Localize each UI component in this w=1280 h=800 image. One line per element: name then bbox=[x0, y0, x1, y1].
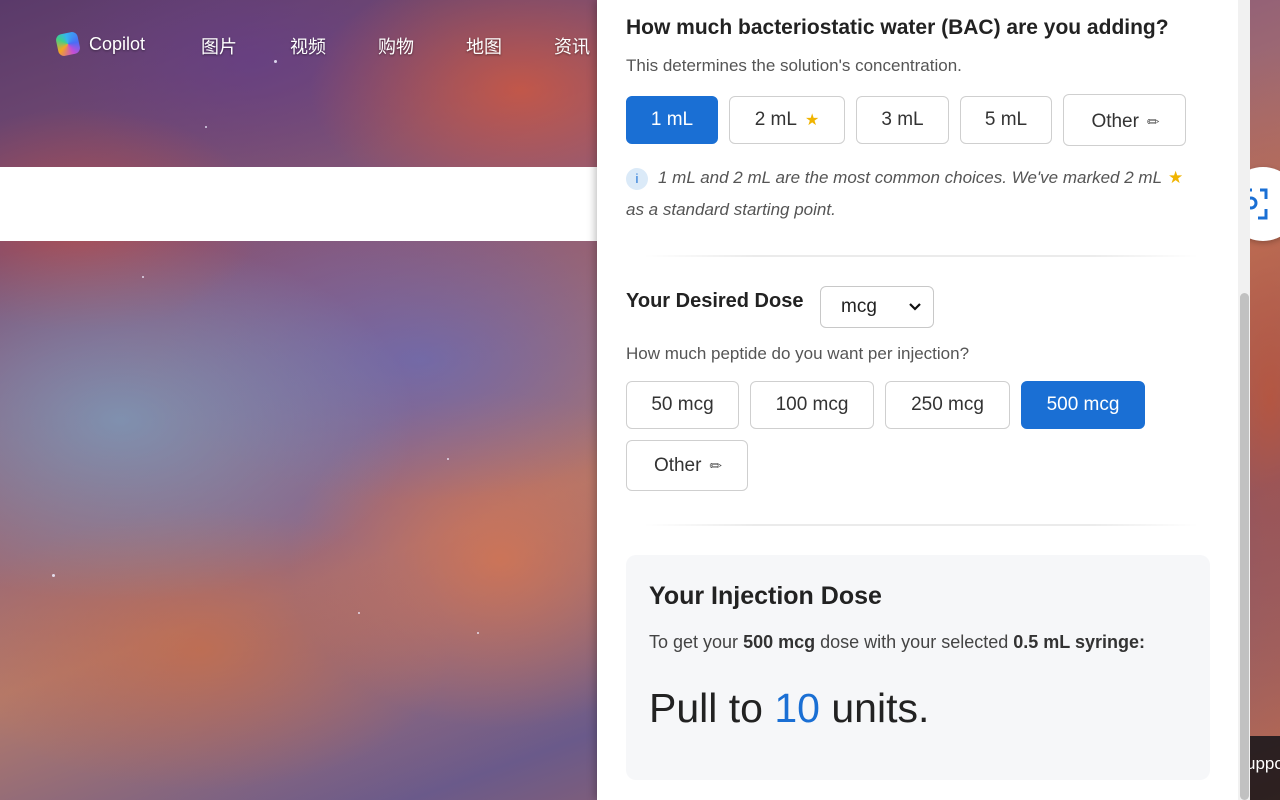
star-dot bbox=[205, 126, 207, 128]
bac-option-label: Other bbox=[1091, 111, 1139, 132]
result-description: To get your 500 mcg dose with your selec… bbox=[649, 632, 1145, 653]
star-dot bbox=[477, 632, 479, 634]
bac-question-title: How much bacteriostatic water (BAC) are … bbox=[626, 16, 1169, 39]
dose-option-label: 500 mcg bbox=[1046, 394, 1120, 415]
bac-question-subtitle: This determines the solution's concentra… bbox=[626, 56, 962, 75]
dose-option-other[interactable]: Other ✏ bbox=[626, 440, 748, 491]
copilot-logo-icon bbox=[54, 30, 82, 58]
result-title: Your Injection Dose bbox=[649, 582, 882, 610]
hint-text-continued: as a standard starting point. bbox=[626, 200, 836, 219]
bac-option-3ml[interactable]: 3 mL bbox=[856, 96, 949, 144]
info-icon: i bbox=[626, 167, 648, 190]
search-bar-area[interactable] bbox=[0, 167, 600, 241]
dose-option-label: 250 mcg bbox=[911, 394, 984, 415]
result-desc-text: dose with your selected bbox=[820, 632, 1009, 652]
section-divider bbox=[643, 524, 1199, 526]
dose-unit-select[interactable]: mcg bbox=[820, 286, 934, 328]
nav-link-shopping[interactable]: 购物 bbox=[378, 33, 414, 59]
bac-option-1ml[interactable]: 1 mL bbox=[626, 96, 718, 144]
pencil-icon: ✏ bbox=[709, 457, 722, 475]
pull-instruction: Pull to 10 units. bbox=[649, 685, 929, 732]
star-icon: ★ bbox=[1168, 168, 1184, 187]
result-syringe-value: 0.5 mL syringe: bbox=[1013, 632, 1145, 652]
hint-text: 1 mL and 2 mL are the most common choice… bbox=[658, 168, 1163, 187]
star-dot bbox=[142, 276, 144, 278]
bac-option-label: 2 mL bbox=[754, 109, 797, 130]
dose-option-500mcg[interactable]: 500 mcg bbox=[1021, 381, 1145, 429]
dose-option-100mcg[interactable]: 100 mcg bbox=[750, 381, 874, 429]
units-value: 10 bbox=[774, 685, 820, 731]
nav-link-news[interactable]: 资讯 bbox=[554, 33, 590, 59]
star-dot bbox=[447, 458, 449, 460]
copilot-label: Copilot bbox=[89, 33, 146, 54]
pull-text: Pull to bbox=[649, 685, 763, 731]
top-navigation: Copilot 图片 视频 购物 地图 资讯 bbox=[0, 0, 600, 88]
result-dose-value: 500 mcg bbox=[743, 632, 816, 652]
chevron-down-icon bbox=[909, 303, 921, 311]
bac-option-2ml[interactable]: 2 mL ★ bbox=[729, 96, 845, 144]
dose-option-50mcg[interactable]: 50 mcg bbox=[626, 381, 739, 429]
section-divider bbox=[643, 255, 1199, 257]
nav-link-maps[interactable]: 地图 bbox=[466, 33, 502, 59]
panel-scrollbar[interactable] bbox=[1238, 0, 1250, 800]
injection-dose-result: Your Injection Dose To get your 500 mcg … bbox=[626, 555, 1210, 780]
dose-option-label: Other bbox=[653, 454, 702, 476]
bac-option-label: 1 mL bbox=[650, 109, 694, 130]
bac-option-5ml[interactable]: 5 mL bbox=[960, 96, 1052, 144]
dose-option-250mcg[interactable]: 250 mcg bbox=[885, 381, 1010, 429]
star-dot bbox=[52, 574, 55, 577]
result-desc-text: To get your bbox=[649, 632, 739, 652]
bac-option-other[interactable]: Other ✏ bbox=[1063, 94, 1186, 146]
dose-section-title: Your Desired Dose bbox=[626, 290, 804, 312]
peptide-calculator-panel: How much bacteriostatic water (BAC) are … bbox=[597, 0, 1250, 800]
dose-option-label: 50 mcg bbox=[651, 394, 714, 415]
pencil-icon: ✏ bbox=[1146, 114, 1160, 131]
star-dot bbox=[358, 612, 360, 614]
copilot-link[interactable]: Copilot bbox=[54, 30, 146, 58]
star-icon: ★ bbox=[804, 112, 820, 129]
bac-hint: i 1 mL and 2 mL are the most common choic… bbox=[626, 162, 1216, 226]
bac-option-label: 5 mL bbox=[984, 109, 1028, 130]
pull-text: units. bbox=[831, 685, 930, 731]
nav-link-videos[interactable]: 视频 bbox=[290, 33, 326, 59]
dose-unit-value: mcg bbox=[841, 296, 877, 317]
dose-option-label: 100 mcg bbox=[775, 394, 849, 415]
bac-option-label: 3 mL bbox=[881, 109, 924, 130]
scrollbar-thumb[interactable] bbox=[1240, 293, 1249, 800]
dose-question-subtitle: How much peptide do you want per injecti… bbox=[626, 344, 970, 363]
nav-link-images[interactable]: 图片 bbox=[201, 33, 237, 59]
